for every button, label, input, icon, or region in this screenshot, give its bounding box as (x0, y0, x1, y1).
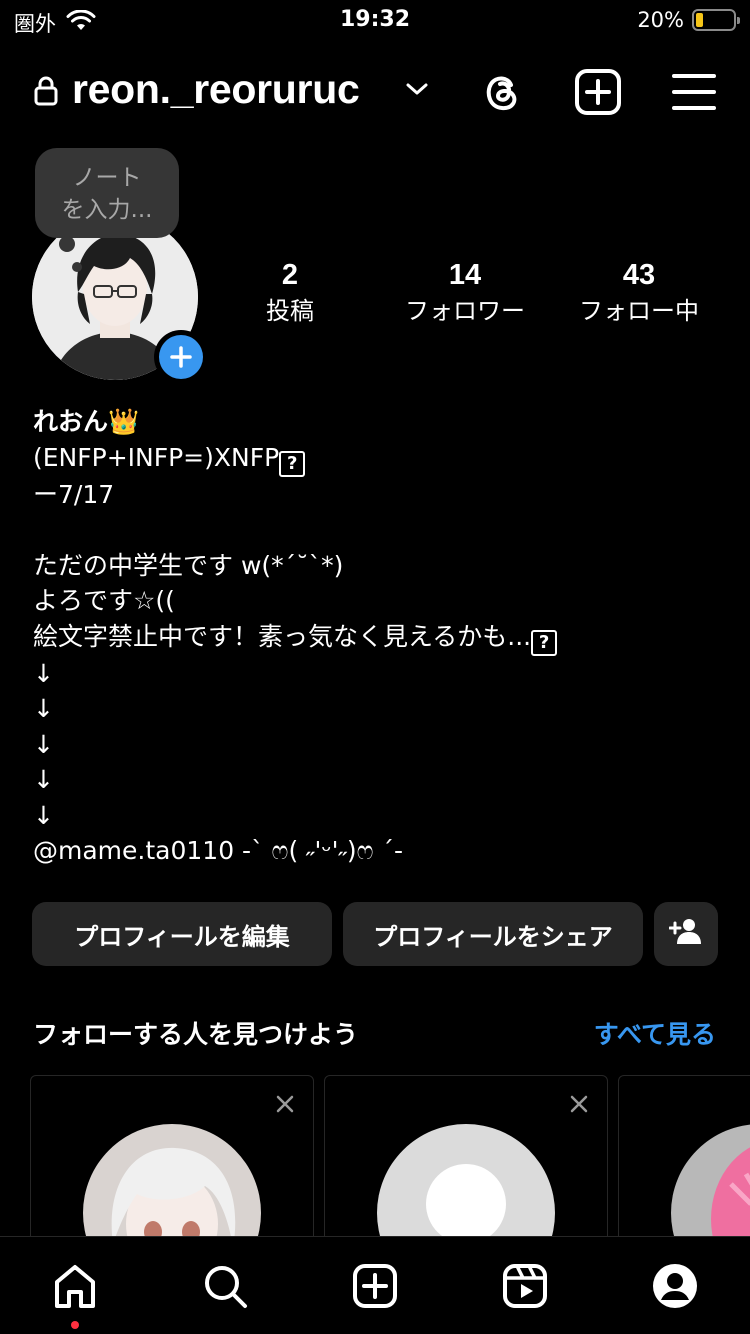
bio-text: 絵文字禁止中です！素っ気なく見えるかも... (33, 621, 532, 651)
threads-icon[interactable] (478, 68, 526, 116)
battery-level (696, 13, 704, 27)
suggestions-title: フォローする人を見つけよう (33, 1020, 359, 1049)
profile-header: reon._reoruruc (0, 60, 750, 124)
search-icon[interactable] (200, 1261, 250, 1311)
close-icon[interactable] (569, 1094, 589, 1118)
close-icon[interactable] (275, 1094, 295, 1118)
stat-following-value: 43 (622, 259, 656, 291)
bio-blank-line (33, 512, 723, 548)
bio-line: (ENFP+INFP=)XNFP? (33, 440, 723, 477)
stat-followers-value: 14 (448, 259, 482, 291)
menu-icon[interactable] (670, 70, 718, 114)
note-placeholder-line1: ノート (72, 165, 142, 191)
home-icon[interactable] (50, 1261, 100, 1311)
stat-followers-label: フォロワー (405, 297, 525, 325)
see-all-link[interactable]: すべて見る (594, 1015, 716, 1051)
status-right: 20% (637, 8, 740, 32)
bio-arrow: ↓ (33, 729, 54, 759)
status-bar: 圏外 19:32 20% (0, 0, 750, 44)
note-bubble-dot (72, 262, 82, 272)
chevron-down-icon[interactable] (404, 80, 430, 102)
edit-profile-button[interactable]: プロフィールを編集 (32, 902, 332, 966)
plus-icon (159, 335, 203, 379)
bottom-nav (0, 1236, 750, 1334)
stat-following-label: フォロー中 (579, 297, 699, 325)
bio-line: ただの中学生です w(*´˘`*) (33, 550, 344, 580)
bio-arrow: ↓ (33, 694, 54, 723)
missing-glyph-icon: ? (279, 450, 306, 477)
bio-arrow: ↓ (33, 765, 54, 794)
lock-icon (34, 76, 58, 110)
share-profile-button[interactable]: プロフィールをシェア (343, 902, 643, 966)
bio-arrow: ↓ (33, 658, 54, 688)
note-bubble[interactable]: ノート を入力... (35, 148, 179, 252)
battery-icon (692, 9, 740, 31)
create-icon[interactable] (574, 68, 622, 116)
create-icon[interactable] (350, 1261, 400, 1311)
notification-dot (71, 1321, 79, 1329)
username-switcher[interactable]: reon._reoruruc (72, 66, 360, 113)
bio-line: 絵文字禁止中です！素っ気なく見えるかも...? (33, 619, 723, 656)
profile-icon[interactable] (650, 1261, 700, 1311)
display-name: れおん👑 (33, 407, 140, 436)
note-placeholder-line2: を入力... (61, 197, 153, 223)
stat-following[interactable]: 43 フォロー中 (568, 258, 710, 326)
bio-text: (ENFP+INFP=)XNFP (33, 442, 280, 472)
bio-line: ー7/17 (33, 479, 115, 509)
stat-posts-label: 投稿 (266, 297, 314, 325)
discover-people-button[interactable] (654, 902, 718, 966)
missing-glyph-icon: ? (531, 629, 558, 656)
reels-icon[interactable] (500, 1261, 550, 1311)
stat-followers[interactable]: 14 フォロワー (392, 258, 538, 326)
profile-bio: れおん👑 (ENFP+INFP=)XNFP? ー7/17 ただの中学生です w(… (33, 404, 723, 869)
bio-mention-link[interactable]: @mame.ta0110 -ˋ ෆ( ˶'ᵕ'˶)ෆ ˊ- (33, 833, 723, 869)
battery-percent: 20% (637, 8, 684, 32)
add-person-icon (668, 917, 703, 951)
bio-arrow: ↓ (33, 800, 54, 830)
bio-line: よろです☆(( (33, 586, 175, 615)
stat-posts[interactable]: 2 投稿 (240, 258, 340, 326)
add-story-button[interactable] (154, 330, 208, 384)
stat-posts-value: 2 (281, 259, 299, 291)
